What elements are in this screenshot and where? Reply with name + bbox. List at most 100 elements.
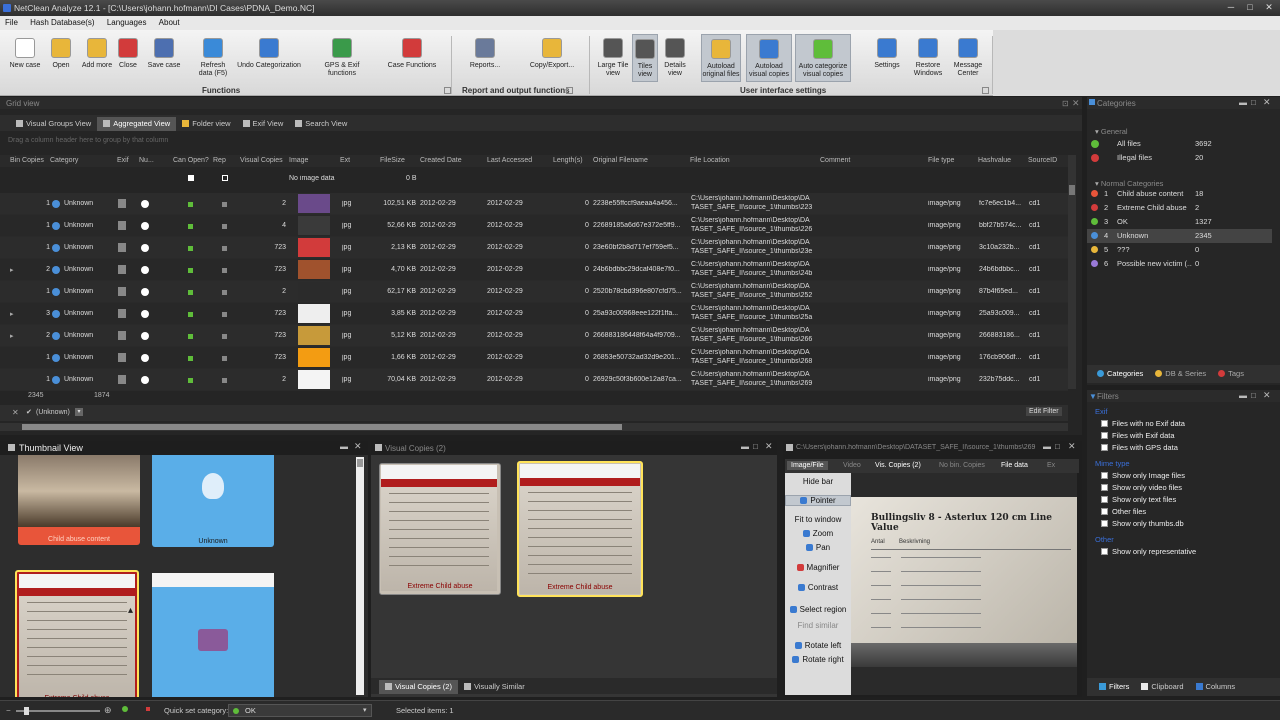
info-button[interactable]: Message Center [950,34,986,78]
row-thumbnail-image[interactable] [298,238,330,257]
row-thumbnail-image[interactable] [298,304,330,323]
tab-exif-view[interactable]: Exif View [237,117,290,131]
panel-close-icon[interactable]: ✕ [1072,98,1080,109]
undo-button[interactable]: Undo Categorization [234,34,304,70]
close-case-button[interactable]: Close [116,34,140,70]
visual-copy-tile[interactable]: Extreme Child abuse [517,461,643,597]
tab-filters[interactable]: Filters [1093,680,1135,694]
row-thumbnail-image[interactable] [298,216,330,235]
autoload-copies-button[interactable]: Autoload visual copies [746,34,792,82]
close-window-icon[interactable]: ✕ [1262,2,1276,12]
table-row[interactable]: ▸ 3 Unknown 723 jpg 3,85 KB 2012-02-29 2012-02-… [0,303,1068,325]
column-header[interactable]: Hashvalue [978,157,1011,164]
rep-filter-checkbox[interactable] [222,175,228,181]
refresh-button[interactable]: Refresh data (F5) [196,34,230,78]
row-thumbnail-image[interactable] [298,326,330,345]
preview-tab[interactable]: No bin. Copies [935,461,989,470]
grid-horizontal-scrollbar[interactable] [0,423,1068,431]
settings-button[interactable]: Settings [870,34,904,70]
database-button[interactable]: Case Functions [385,34,439,70]
checkbox[interactable] [1101,420,1108,427]
tab-db-series[interactable]: DB & Series [1149,367,1212,381]
preview-maximize-icon[interactable]: □ [1055,442,1060,451]
category-item[interactable]: 5??? 0 [1087,243,1272,257]
filter-row[interactable]: No image data 0 B [0,167,1068,189]
checkbox[interactable] [1101,548,1108,555]
column-header[interactable]: Bin Copies [10,157,44,164]
filter-checkbox-item[interactable]: Files with no Exif data [1101,419,1185,431]
category-item[interactable]: 6 Possible new victim (... 0 [1087,257,1272,271]
tab-clipboard[interactable]: Clipboard [1135,680,1189,694]
column-header[interactable]: Comment [820,157,850,164]
tool-fit-to-window[interactable]: Fit to window [785,515,851,524]
tool-rotate-left[interactable]: Rotate left [785,641,851,650]
column-header[interactable]: Ext [340,157,350,164]
table-row[interactable]: 1 Unknown 4 jpg 52,66 KB 2012-02-29 2012-02-29… [0,215,1068,237]
tab-tags[interactable]: Tags [1212,367,1250,381]
thumbnail-minimize-icon[interactable]: ▬ [340,442,348,451]
thumbnail-tile[interactable]: Child abuse content [18,455,140,545]
filters-maximize-icon[interactable]: □ [1251,391,1256,400]
minimize-icon[interactable]: ─ [1224,2,1238,12]
filter-dropdown-icon[interactable]: ▾ [75,408,83,416]
tiles-button[interactable]: Tiles view [632,34,658,82]
filters-minimize-icon[interactable]: ▬ [1239,391,1247,400]
checkbox[interactable] [1101,496,1108,503]
expand-icon[interactable]: ▸ [10,332,14,340]
column-header[interactable]: File Location [690,157,730,164]
row-thumbnail-image[interactable] [298,370,330,389]
column-header[interactable]: Can Open? [173,157,209,164]
column-header[interactable]: Exif [117,157,129,164]
column-header[interactable]: FileSize [380,157,405,164]
tab-visual-groups-view[interactable]: Visual Groups View [10,117,97,131]
can-open-filter-checkbox[interactable] [188,175,194,181]
preview-tab[interactable]: Ex [1043,461,1059,470]
row-thumbnail-image[interactable] [298,348,330,367]
tool-select-region[interactable]: Select region [785,605,851,614]
category-item[interactable]: All files 3692 [1087,137,1267,151]
filter-checkbox-item[interactable]: Show only representative [1101,547,1196,559]
category-item[interactable]: 2 Extreme Child abuse 2 [1087,201,1272,215]
tool-contrast[interactable]: Contrast [785,583,851,592]
details-button[interactable]: Details view [660,34,690,78]
tab-aggregated-view[interactable]: Aggregated View [97,117,177,131]
visual-copies-minimize-icon[interactable]: ▬ [741,442,749,451]
expand-icon[interactable]: ▸ [10,266,14,274]
tool-pointer[interactable]: Pointer [785,495,851,506]
table-row[interactable]: 1 Unknown 2 jpg 62,17 KB 2012-02-29 2012-02-29… [0,281,1068,303]
table-row[interactable]: ▸ 2 Unknown 723 jpg 4,70 KB 2012-02-29 2012-02-… [0,259,1068,281]
open-folder-button[interactable]: Open [48,34,74,70]
tool-magnifier[interactable]: Magnifier [785,563,851,572]
chevron-down-icon[interactable]: ▾ [363,706,367,714]
active-filter-tag[interactable]: (Unknown) [36,409,70,416]
thumbnail-tile[interactable]: Unknown [152,573,274,697]
edit-filter-button[interactable]: Edit Filter [1026,407,1062,416]
thumbnail-scrollbar[interactable] [356,457,364,695]
categories-close-icon[interactable]: ✕ [1263,97,1271,108]
column-header[interactable]: File type [928,157,954,164]
table-row[interactable]: 1 Unknown 723 jpg 2,13 KB 2012-02-29 2012-02-2… [0,237,1068,259]
checkbox[interactable] [1101,484,1108,491]
tab-visual-copies-2-[interactable]: Visual Copies (2) [379,680,458,694]
column-header[interactable]: SourceID [1028,157,1057,164]
checkbox[interactable] [1101,508,1108,515]
row-thumbnail-image[interactable] [298,282,330,301]
tab-visually-similar[interactable]: Visually Similar [458,680,531,694]
filter-checkbox-item[interactable]: Show only Image files [1101,471,1185,483]
group-launcher-icon[interactable] [566,87,573,94]
tab-folder-view[interactable]: Folder view [176,117,236,131]
checkbox[interactable] [1101,444,1108,451]
maximize-icon[interactable]: □ [1243,2,1257,12]
column-header[interactable]: Last Accessed [487,157,532,164]
thumbnail-tile[interactable]: Extreme Child abuse [15,570,139,697]
filter-checkbox-item[interactable]: Show only text files [1101,495,1185,507]
filter-checkbox-item[interactable]: Other files [1101,507,1185,519]
zoom-slider[interactable] [16,707,100,715]
zoom-in-icon[interactable]: ⊕ [104,705,112,716]
new-case-button[interactable]: New case [8,34,42,70]
tab-search-view[interactable]: Search View [289,117,353,131]
filter-checkbox-item[interactable]: Files with GPS data [1101,443,1185,455]
preview-minimize-icon[interactable]: ▬ [1043,442,1051,451]
export-folder-button[interactable]: Copy/Export... [525,34,579,70]
clear-filter-icon[interactable]: ✕ [12,408,19,417]
